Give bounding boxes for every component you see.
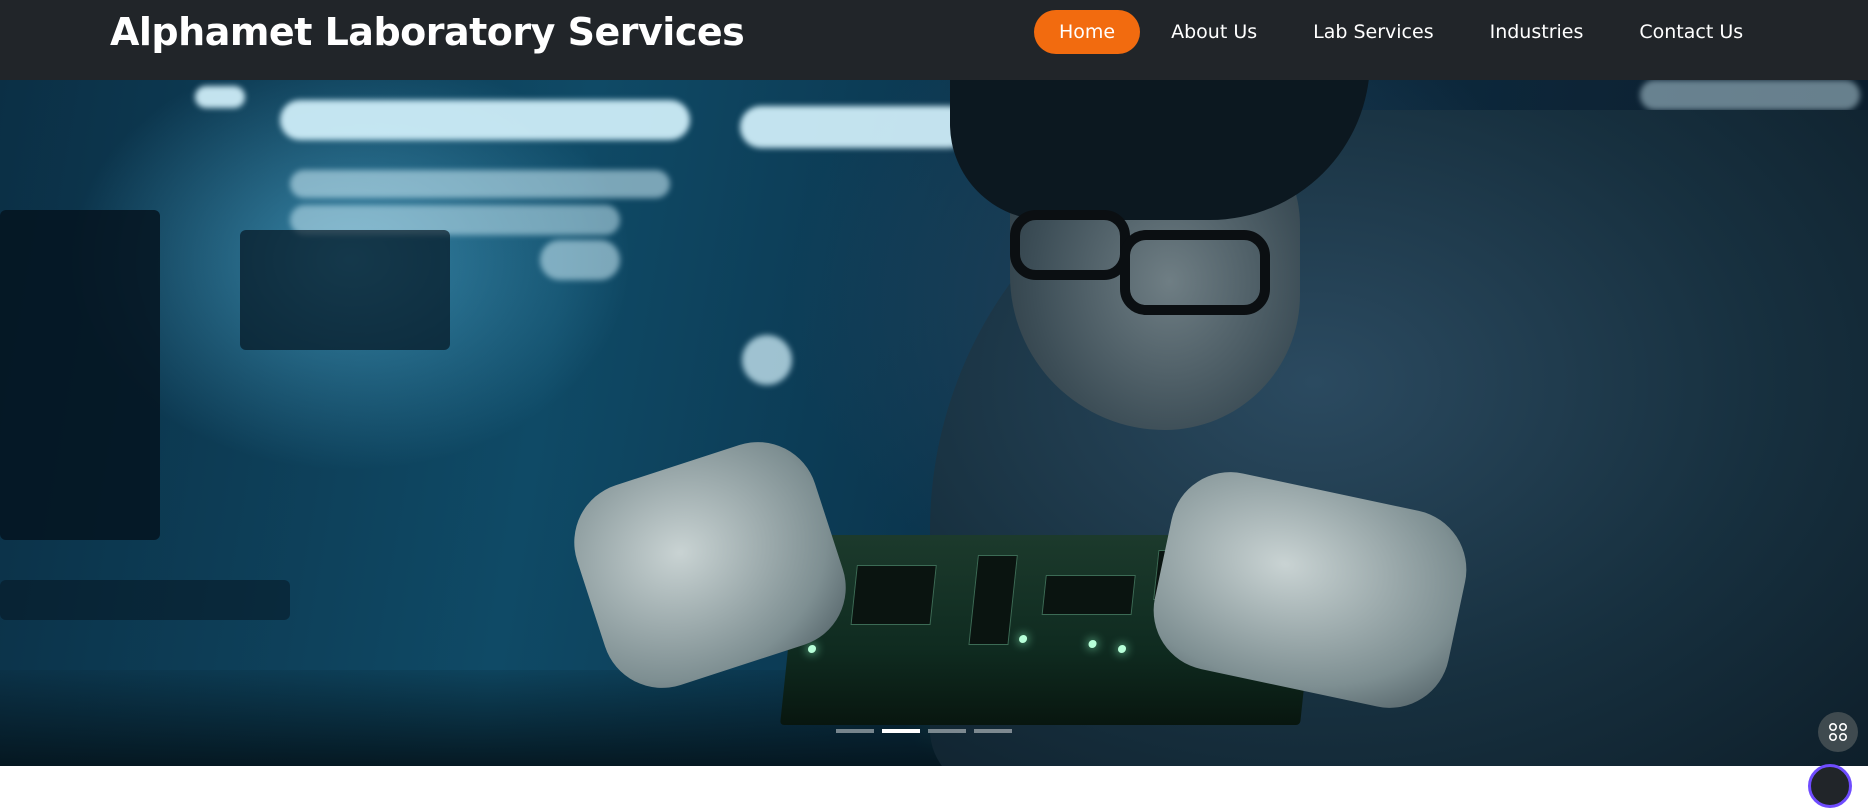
nav-about-us[interactable]: About Us (1146, 10, 1282, 54)
main-nav: Home About Us Lab Services Industries Co… (1034, 10, 1768, 54)
brand-title[interactable]: Alphamet Laboratory Services (110, 8, 745, 56)
navbar: Alphamet Laboratory Services Home About … (0, 0, 1868, 80)
carousel-indicator-2[interactable] (882, 729, 920, 733)
nav-industries[interactable]: Industries (1465, 10, 1609, 54)
carousel-indicator-3[interactable] (928, 729, 966, 733)
chat-widget-button[interactable] (1808, 764, 1852, 808)
hero-carousel (0, 80, 1868, 766)
apps-grid-icon (1828, 722, 1848, 742)
nav-home[interactable]: Home (1034, 10, 1141, 54)
carousel-indicator-1[interactable] (836, 729, 874, 733)
carousel-indicator-4[interactable] (974, 729, 1012, 733)
apps-floating-button[interactable] (1818, 712, 1858, 752)
carousel-indicators (836, 729, 1012, 735)
nav-lab-services[interactable]: Lab Services (1288, 10, 1458, 54)
nav-contact-us[interactable]: Contact Us (1614, 10, 1768, 54)
